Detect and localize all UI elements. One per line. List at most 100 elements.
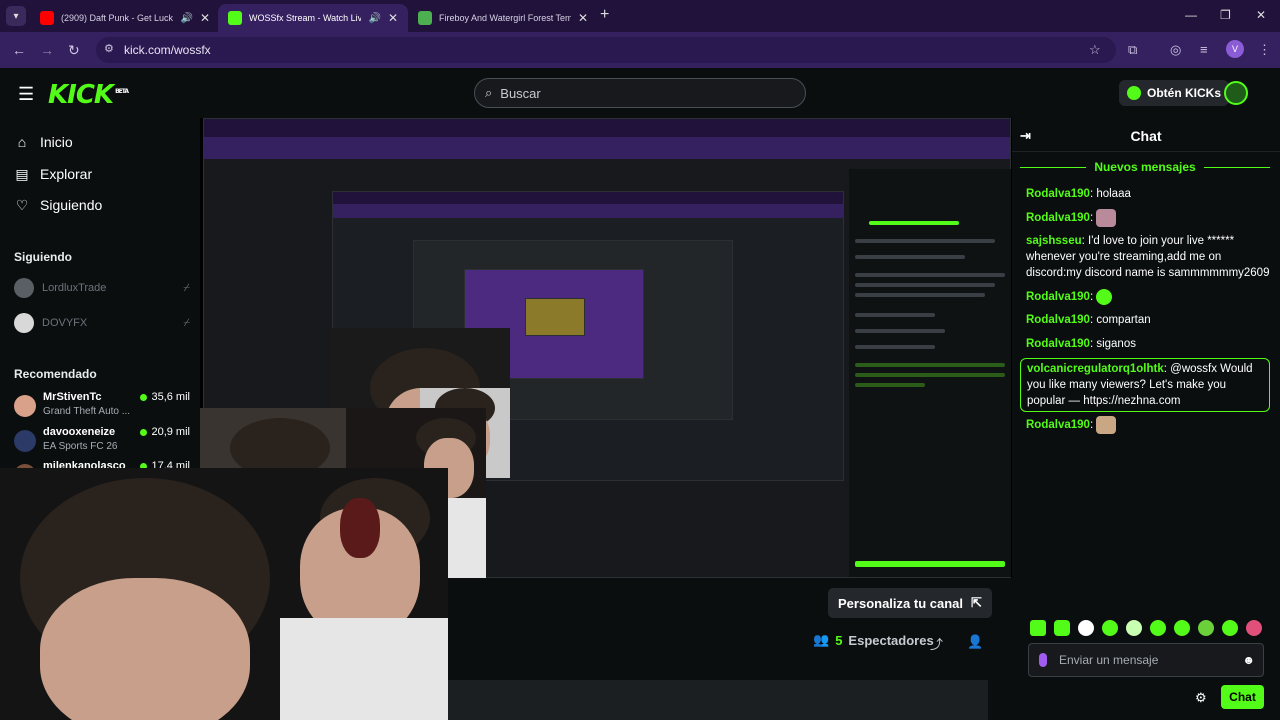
close-window-icon[interactable]: ✕: [1256, 8, 1266, 22]
emote-icon[interactable]: [1150, 620, 1166, 636]
sidebar-item-explorar[interactable]: ▤ Explorar: [14, 163, 92, 185]
recommended-channel[interactable]: MrStivenTc Grand Theft Auto ... 35,6 mil: [14, 391, 190, 421]
recommended-channel[interactable]: davooxeneize EA Sports FC 26 20,9 mil: [14, 426, 190, 456]
collapse-chat-icon[interactable]: ⇥: [1020, 128, 1031, 144]
emote-icon[interactable]: [1198, 620, 1214, 636]
extensions-icon[interactable]: ⧉: [1128, 42, 1137, 58]
emote-icon[interactable]: [1054, 620, 1070, 636]
chat-message: sajshsseu: I'd love to join your live **…: [1026, 235, 1270, 279]
new-tab-icon[interactable]: +: [600, 6, 609, 24]
send-chat-button[interactable]: Chat: [1221, 685, 1264, 709]
game-icon: [418, 11, 432, 25]
customize-channel-button[interactable]: Personaliza tu canal ⇱: [828, 588, 992, 618]
emote-icon[interactable]: [1222, 620, 1238, 636]
url-text: kick.com/wossfx: [124, 43, 211, 57]
recommended-title: Recomendado: [14, 367, 97, 381]
dog-emote-icon: [1096, 416, 1117, 434]
chat-header: ⇥ Chat: [1012, 120, 1280, 152]
viewers-icon: 👥: [813, 632, 830, 647]
address-toolbar: ← → ↻ ⚙ kick.com/wossfx ☆ ⧉ ◎ ≡ ⋮: [0, 32, 1280, 68]
live-dot-icon: [140, 393, 148, 401]
tab-youtube[interactable]: (2909) Daft Punk - Get Lucky (Off 🔊 ✕: [30, 4, 220, 32]
back-icon[interactable]: ←: [12, 42, 26, 58]
minimize-icon[interactable]: —: [1185, 8, 1197, 22]
home-icon: ⌂: [17, 134, 27, 150]
sidebar-item-inicio[interactable]: ⌂ Inicio: [14, 131, 73, 153]
follow-user-icon[interactable]: 👤: [967, 634, 983, 650]
chat-message-input[interactable]: Enviar un mensaje ☻: [1028, 643, 1264, 677]
sync-icon[interactable]: ◎: [1170, 42, 1181, 58]
emote-icon[interactable]: [1102, 620, 1118, 636]
reload-icon[interactable]: ↻: [68, 42, 80, 59]
following-title: Siguiendo: [14, 250, 72, 264]
emote-icon[interactable]: [1078, 620, 1094, 636]
close-tab-icon[interactable]: ✕: [388, 11, 398, 25]
tab-list-button[interactable]: ▾: [6, 6, 26, 26]
emote-icon[interactable]: [1246, 620, 1262, 636]
emote-icon[interactable]: [1126, 620, 1142, 636]
site-info-icon[interactable]: ⚙: [104, 42, 114, 55]
avatar: [14, 395, 36, 417]
browser-tab-bar: ▾ (2909) Daft Punk - Get Lucky (Off 🔊 ✕ …: [0, 0, 1280, 32]
user-avatar[interactable]: [1224, 81, 1248, 105]
audio-icon[interactable]: 🔊: [368, 13, 380, 24]
chat-settings-gear-icon[interactable]: ⚙: [1195, 690, 1207, 706]
microphone-icon[interactable]: [1039, 653, 1047, 667]
viewer-count: 👥 5 Espectadores: [813, 632, 934, 648]
avatar: [14, 278, 34, 298]
url-field[interactable]: ⚙ kick.com/wossfx: [96, 37, 1116, 63]
search-input[interactable]: ⌕ Buscar: [474, 78, 806, 108]
following-channel[interactable]: DOVYFX ⌿: [14, 312, 190, 334]
emote-icon[interactable]: [1174, 620, 1190, 636]
chat-message: Rodalva190: compartan: [1026, 314, 1151, 326]
kicks-coin-icon: [1127, 86, 1141, 100]
chat-message: Rodalva190:: [1026, 209, 1274, 227]
tab-title: WOSSfx Stream - Watch Live on: [249, 13, 362, 23]
avatar: [14, 313, 34, 333]
green-emote-icon: [1096, 289, 1113, 305]
chat-message: Rodalva190: siganos: [1026, 338, 1136, 350]
sidebar-item-siguiendo[interactable]: ♡ Siguiendo: [14, 194, 103, 216]
tab-kick[interactable]: WOSSfx Stream - Watch Live on 🔊 ✕: [218, 4, 408, 32]
close-tab-icon[interactable]: ✕: [200, 11, 210, 25]
tab-title: (2909) Daft Punk - Get Lucky (Off: [61, 13, 174, 23]
new-messages-divider: Nuevos mensajes: [1020, 160, 1271, 174]
audio-icon[interactable]: 🔊: [180, 13, 192, 24]
compass-icon: ▤: [15, 165, 29, 182]
emote-quick-bar: [1030, 620, 1262, 636]
close-tab-icon[interactable]: ✕: [578, 11, 588, 25]
emoji-picker-icon[interactable]: ☻: [1242, 653, 1255, 667]
avatar: [14, 430, 36, 452]
media-icon[interactable]: ≡: [1200, 42, 1208, 57]
get-kicks-button[interactable]: Obtén KICKs: [1119, 80, 1230, 106]
tab-title: Fireboy And Watergirl Forest Temple: [439, 13, 571, 23]
tab-fireboy[interactable]: Fireboy And Watergirl Forest Temple ✕: [408, 4, 598, 32]
following-channel[interactable]: LordluxTrade ⌿: [14, 277, 190, 299]
chat-message: Rodalva190:: [1026, 416, 1274, 434]
viewer-count: 35,6 mil: [140, 391, 190, 403]
youtube-icon: [40, 11, 54, 25]
forward-icon[interactable]: →: [40, 42, 54, 58]
kick-icon: [228, 11, 242, 25]
offline-icon: ⌿: [183, 281, 190, 294]
search-icon: ⌕: [485, 85, 493, 100]
external-link-icon: ⇱: [971, 595, 982, 610]
chat-panel: ⇥ Chat Nuevos mensajes Rodalva190: holaa…: [1012, 120, 1280, 720]
webcam-main: [0, 468, 448, 720]
offline-icon: ⌿: [183, 316, 190, 329]
menu-icon[interactable]: ⋮: [1258, 42, 1271, 58]
profile-avatar[interactable]: V: [1226, 40, 1244, 58]
chat-message: Rodalva190: holaaa: [1026, 188, 1131, 200]
viewer-count: 20,9 mil: [140, 426, 190, 438]
highlighted-chat-message: volcanicregulatorq1olhtk: @wossfx Would …: [1020, 358, 1270, 412]
live-dot-icon: [140, 428, 148, 436]
site-header: ☰ KICK BETA ⌕ Buscar Obtén KICKs: [0, 68, 1280, 120]
heart-icon: ♡: [15, 196, 29, 213]
kick-logo[interactable]: KICK BETA: [48, 80, 129, 110]
maximize-icon[interactable]: ❐: [1220, 8, 1231, 22]
hamburger-menu-icon[interactable]: ☰: [18, 84, 34, 105]
emote-icon[interactable]: [1030, 620, 1046, 636]
bookmark-star-icon[interactable]: ☆: [1089, 42, 1101, 58]
share-icon[interactable]: ⤴: [930, 634, 943, 653]
cat-emote-icon: [1096, 209, 1117, 227]
